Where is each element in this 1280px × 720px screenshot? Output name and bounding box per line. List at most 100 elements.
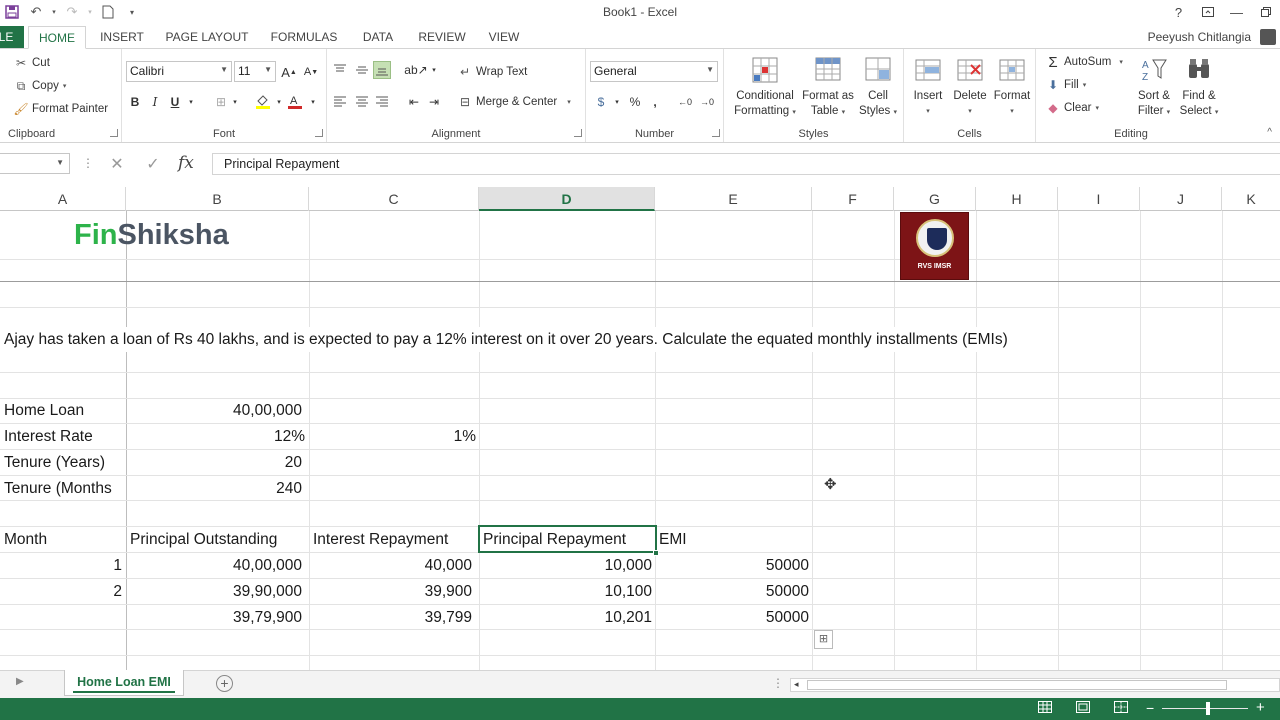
input-label-home-loan[interactable]: Home Loan bbox=[4, 398, 84, 423]
input-label-tenure-years[interactable]: Tenure (Years) bbox=[4, 450, 105, 475]
question-cell[interactable]: Ajay has taken a loan of Rs 40 lakhs, an… bbox=[4, 327, 1008, 352]
user-avatar[interactable] bbox=[1260, 29, 1276, 45]
insert-cells-dropdown-icon[interactable]: ▾ bbox=[906, 104, 950, 119]
help-button[interactable]: ? bbox=[1164, 2, 1193, 22]
sort-filter-dropdown-icon[interactable]: ▾ bbox=[1167, 109, 1171, 116]
font-name-dropdown-icon[interactable]: ▼ bbox=[220, 65, 228, 74]
conditional-formatting-dropdown-icon[interactable]: ▾ bbox=[792, 109, 796, 116]
autosum-dropdown-icon[interactable]: ▾ bbox=[1119, 58, 1123, 66]
increase-decimal-icon[interactable]: ←0 bbox=[676, 93, 694, 111]
clear-dropdown-icon[interactable]: ▾ bbox=[1095, 104, 1099, 112]
table-cell-month[interactable]: 2 bbox=[0, 579, 122, 604]
table-cell-principal-outstanding[interactable]: 39,90,000 bbox=[126, 579, 302, 604]
format-cells-button[interactable]: Format ▾ bbox=[990, 55, 1034, 119]
tab-home[interactable]: HOME bbox=[28, 26, 86, 49]
tab-review[interactable]: REVIEW bbox=[412, 26, 472, 49]
decrease-font-size-icon[interactable]: A ▼ bbox=[302, 63, 320, 81]
cell-styles-dropdown-icon[interactable]: ▾ bbox=[894, 109, 898, 116]
scroll-left-icon[interactable]: ◂ bbox=[794, 679, 799, 690]
fill-handle[interactable] bbox=[653, 550, 659, 556]
table-cell-principal-outstanding[interactable]: 40,00,000 bbox=[126, 553, 302, 578]
page-layout-view-icon[interactable] bbox=[1074, 701, 1091, 716]
table-cell-emi[interactable]: 50000 bbox=[655, 579, 809, 604]
increase-font-size-icon[interactable]: A ▲ bbox=[280, 63, 298, 81]
input-monthly-rate[interactable]: 1% bbox=[309, 424, 476, 449]
sort-filter-button[interactable]: AZ Sort & Filter ▾ bbox=[1132, 55, 1176, 120]
number-format-dropdown-icon[interactable]: ▼ bbox=[706, 65, 714, 74]
insert-function-button[interactable]: fx bbox=[178, 153, 194, 173]
scroll-splitter-icon[interactable]: ⋮ bbox=[772, 676, 784, 690]
table-cell-principal-outstanding[interactable]: 39,79,900 bbox=[126, 605, 302, 630]
zoom-slider-thumb[interactable] bbox=[1206, 702, 1210, 715]
fill-dropdown-icon[interactable]: ▾ bbox=[1083, 81, 1087, 89]
align-center-icon[interactable] bbox=[353, 93, 371, 111]
font-name-box[interactable]: Calibri ▼ bbox=[126, 61, 232, 82]
column-header-j[interactable]: J bbox=[1140, 187, 1222, 211]
table-cell-principal-repayment[interactable]: 10,000 bbox=[479, 553, 652, 578]
underline-dropdown-icon[interactable]: ▾ bbox=[182, 93, 200, 111]
accounting-format-dropdown-icon[interactable]: ▾ bbox=[608, 93, 626, 111]
delete-cells-button[interactable]: Delete ▾ bbox=[948, 55, 992, 119]
orientation-dropdown-icon[interactable]: ▾ bbox=[425, 61, 443, 79]
find-select-button[interactable]: Find & Select ▾ bbox=[1176, 55, 1222, 120]
cut-button[interactable]: ✂ Cut bbox=[14, 56, 50, 70]
sheet-tab-home-loan-emi[interactable]: Home Loan EMI bbox=[64, 670, 184, 696]
conditional-formatting-button[interactable]: Conditional Formatting ▾ bbox=[728, 55, 802, 120]
decrease-indent-icon[interactable]: ⇤ bbox=[405, 93, 423, 111]
table-header-interest-repayment[interactable]: Interest Repayment bbox=[313, 527, 448, 552]
sheet-nav-arrow-icon[interactable]: ▶ bbox=[16, 676, 24, 687]
cell-styles-button[interactable]: Cell Styles ▾ bbox=[854, 55, 902, 120]
cancel-entry-icon[interactable]: ✕ bbox=[106, 154, 128, 174]
tab-insert[interactable]: INSERT bbox=[94, 26, 150, 49]
format-as-table-dropdown-icon[interactable]: ▾ bbox=[842, 109, 846, 116]
font-color-dropdown-icon[interactable]: ▾ bbox=[304, 93, 322, 111]
table-header-month[interactable]: Month bbox=[4, 527, 47, 552]
number-launcher-icon[interactable] bbox=[712, 129, 720, 137]
name-box-dropdown-icon[interactable]: ▼ bbox=[56, 158, 64, 167]
column-header-e[interactable]: E bbox=[655, 187, 812, 211]
table-cell-emi[interactable]: 50000 bbox=[655, 605, 809, 630]
font-launcher-icon[interactable] bbox=[315, 129, 323, 137]
orientation-icon[interactable]: ab↗ bbox=[404, 61, 427, 79]
zoom-in-icon[interactable]: + bbox=[1256, 699, 1265, 716]
horizontal-scrollbar[interactable]: ◂ bbox=[790, 678, 1280, 692]
comma-style-button[interactable]: , bbox=[646, 93, 664, 111]
column-header-k[interactable]: K bbox=[1222, 187, 1280, 211]
table-cell-interest-repayment[interactable]: 39,900 bbox=[309, 579, 472, 604]
font-color-icon[interactable]: A bbox=[286, 92, 304, 110]
tab-data[interactable]: DATA bbox=[354, 26, 402, 49]
fill-button[interactable]: ⬇ Fill ▾ bbox=[1046, 78, 1086, 92]
table-cell-principal-repayment[interactable]: 10,201 bbox=[479, 605, 652, 630]
merge-center-button[interactable]: ⊟ Merge & Center ▾ bbox=[458, 95, 571, 109]
column-header-d[interactable]: D bbox=[479, 187, 655, 211]
column-header-h[interactable]: H bbox=[976, 187, 1058, 211]
tab-formulas[interactable]: FORMULAS bbox=[264, 26, 344, 49]
column-header-i[interactable]: I bbox=[1058, 187, 1140, 211]
autosum-button[interactable]: Σ AutoSum ▾ bbox=[1046, 54, 1123, 71]
table-cell-principal-repayment[interactable]: 10,100 bbox=[479, 579, 652, 604]
formula-input[interactable]: Principal Repayment bbox=[212, 153, 1280, 175]
tab-view[interactable]: VIEW bbox=[482, 26, 526, 49]
ribbon-display-options-icon[interactable] bbox=[1193, 2, 1222, 22]
quick-analysis-icon[interactable]: ⊞ bbox=[814, 630, 833, 649]
alignment-launcher-icon[interactable] bbox=[574, 129, 582, 137]
collapse-ribbon-icon[interactable]: ^ bbox=[1267, 127, 1272, 138]
column-header-f[interactable]: F bbox=[812, 187, 894, 211]
input-value-interest-rate[interactable]: 12% bbox=[126, 424, 305, 449]
copy-button[interactable]: ⧉ Copy ▾ bbox=[14, 79, 67, 93]
zoom-slider[interactable] bbox=[1162, 708, 1248, 709]
font-size-box[interactable]: 11 ▼ bbox=[234, 61, 276, 82]
italic-button[interactable]: I bbox=[146, 93, 164, 111]
confirm-entry-icon[interactable]: ✓ bbox=[142, 154, 164, 174]
table-header-emi[interactable]: EMI bbox=[659, 527, 687, 552]
font-size-dropdown-icon[interactable]: ▼ bbox=[264, 65, 272, 74]
minimize-icon[interactable]: — bbox=[1222, 2, 1251, 22]
copy-dropdown-icon[interactable]: ▾ bbox=[63, 82, 67, 90]
add-sheet-icon[interactable]: + bbox=[216, 675, 233, 692]
column-header-g[interactable]: G bbox=[894, 187, 976, 211]
normal-view-icon[interactable] bbox=[1036, 701, 1053, 716]
clear-button[interactable]: ◆ Clear ▾ bbox=[1046, 101, 1099, 115]
align-right-icon[interactable] bbox=[373, 93, 391, 111]
rvs-imsr-crest-image[interactable]: RVS IMSR bbox=[900, 212, 969, 280]
clipboard-launcher-icon[interactable] bbox=[110, 129, 118, 137]
